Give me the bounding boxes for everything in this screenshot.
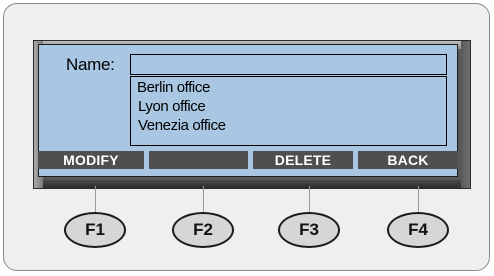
f2-button[interactable]: F2	[172, 212, 234, 248]
connector-line	[309, 186, 310, 212]
softkey-empty[interactable]	[149, 151, 248, 169]
bevel	[34, 180, 470, 188]
softkey-bar: MODIFY DELETE BACK	[38, 151, 458, 169]
f3-button[interactable]: F3	[278, 212, 340, 248]
softkey-modify[interactable]: MODIFY	[38, 151, 144, 169]
connector-line	[418, 186, 419, 212]
list-item-berlin[interactable]: Berlin office	[137, 79, 210, 96]
softkey-delete[interactable]: DELETE	[253, 151, 353, 169]
f4-button[interactable]: F4	[387, 212, 449, 248]
connector-line	[203, 186, 204, 212]
connector-line	[95, 186, 96, 212]
office-list[interactable]: Berlin office Lyon office Venezia office	[130, 76, 447, 146]
list-item-lyon[interactable]: Lyon office	[138, 98, 206, 115]
softkey-back[interactable]: BACK	[358, 151, 458, 169]
name-field[interactable]	[130, 54, 447, 75]
bevel	[461, 41, 470, 188]
f1-button[interactable]: F1	[64, 212, 126, 248]
list-item-venezia[interactable]: Venezia office	[138, 117, 226, 134]
name-label: Name:	[66, 55, 115, 74]
